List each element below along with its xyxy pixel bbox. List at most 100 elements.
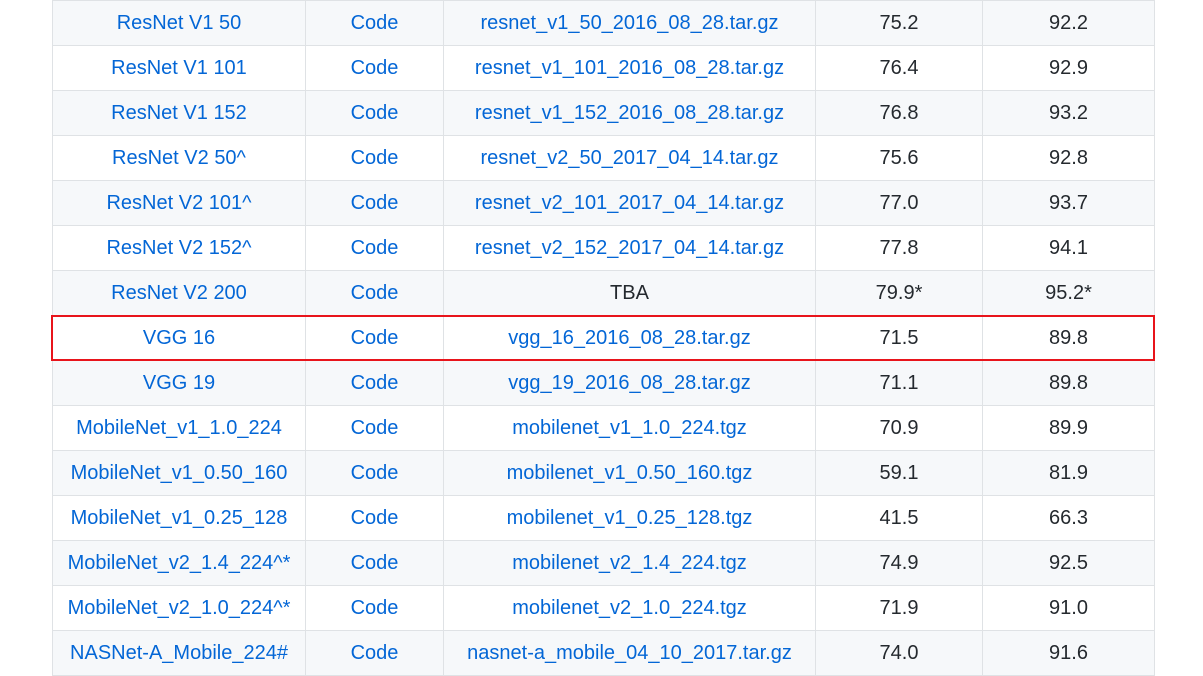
- model-cell: MobileNet_v1_0.50_160: [52, 450, 306, 496]
- checkpoint-link[interactable]: resnet_v1_101_2016_08_28.tar.gz: [475, 57, 784, 79]
- top1-accuracy-cell: 74.0: [815, 630, 983, 676]
- model-link[interactable]: ResNet V1 152: [111, 102, 247, 124]
- code-cell: Code: [305, 585, 444, 631]
- table-row: MobileNet_v1_0.25_128 Code mobilenet_v1_…: [52, 495, 1155, 541]
- checkpoint-link[interactable]: mobilenet_v1_1.0_224.tgz: [512, 417, 747, 439]
- checkpoint-link[interactable]: mobilenet_v2_1.0_224.tgz: [512, 597, 747, 619]
- code-link[interactable]: Code: [351, 192, 399, 214]
- model-link[interactable]: NASNet-A_Mobile_224#: [70, 642, 288, 664]
- top1-accuracy-cell: 75.6: [815, 135, 983, 181]
- checkpoint-link[interactable]: resnet_v1_50_2016_08_28.tar.gz: [480, 12, 778, 34]
- checkpoint-cell: resnet_v1_50_2016_08_28.tar.gz: [443, 0, 816, 46]
- code-link[interactable]: Code: [351, 552, 399, 574]
- checkpoint-link[interactable]: mobilenet_v2_1.4_224.tgz: [512, 552, 747, 574]
- checkpoint-link[interactable]: vgg_19_2016_08_28.tar.gz: [508, 372, 750, 394]
- top5-accuracy-cell: 92.5: [982, 540, 1155, 586]
- top1-accuracy-cell: 77.0: [815, 180, 983, 226]
- code-cell: Code: [305, 180, 444, 226]
- model-cell: ResNet V1 152: [52, 90, 306, 136]
- top1-accuracy-cell: 71.1: [815, 360, 983, 406]
- model-link[interactable]: VGG 16: [143, 327, 215, 349]
- top1-accuracy-cell: 74.9: [815, 540, 983, 586]
- top1-accuracy-cell: 70.9: [815, 405, 983, 451]
- top5-accuracy-cell: 91.0: [982, 585, 1155, 631]
- model-link[interactable]: ResNet V2 200: [111, 282, 247, 304]
- checkpoint-link[interactable]: resnet_v1_152_2016_08_28.tar.gz: [475, 102, 784, 124]
- code-cell: Code: [305, 135, 444, 181]
- checkpoint-link[interactable]: resnet_v2_101_2017_04_14.tar.gz: [475, 192, 784, 214]
- code-link[interactable]: Code: [351, 507, 399, 529]
- top5-accuracy-cell: 92.9: [982, 45, 1155, 91]
- code-cell: Code: [305, 405, 444, 451]
- code-link[interactable]: Code: [351, 642, 399, 664]
- code-cell: Code: [305, 450, 444, 496]
- code-link[interactable]: Code: [351, 237, 399, 259]
- code-link[interactable]: Code: [351, 462, 399, 484]
- model-link[interactable]: MobileNet_v2_1.4_224^*: [68, 552, 291, 574]
- code-cell: Code: [305, 360, 444, 406]
- top1-accuracy-cell: 41.5: [815, 495, 983, 541]
- model-cell: ResNet V2 152^: [52, 225, 306, 271]
- model-link[interactable]: ResNet V2 50^: [112, 147, 246, 169]
- top1-accuracy-cell: 59.1: [815, 450, 983, 496]
- table-row: ResNet V2 200 Code TBA 79.9* 95.2*: [52, 270, 1155, 316]
- checkpoint-link[interactable]: vgg_16_2016_08_28.tar.gz: [508, 327, 750, 349]
- table-row: MobileNet_v1_0.50_160 Code mobilenet_v1_…: [52, 450, 1155, 496]
- table-row: ResNet V2 101^ Code resnet_v2_101_2017_0…: [52, 180, 1155, 226]
- model-link[interactable]: VGG 19: [143, 372, 215, 394]
- top1-accuracy-cell: 75.2: [815, 0, 983, 46]
- code-link[interactable]: Code: [351, 57, 399, 79]
- table-row-highlighted: VGG 16 Code vgg_16_2016_08_28.tar.gz 71.…: [52, 315, 1155, 361]
- model-cell: MobileNet_v1_0.25_128: [52, 495, 306, 541]
- table-row: ResNet V2 152^ Code resnet_v2_152_2017_0…: [52, 225, 1155, 271]
- checkpoint-cell: resnet_v1_152_2016_08_28.tar.gz: [443, 90, 816, 136]
- model-cell: MobileNet_v1_1.0_224: [52, 405, 306, 451]
- model-link[interactable]: MobileNet_v2_1.0_224^*: [68, 597, 291, 619]
- model-link[interactable]: MobileNet_v1_0.50_160: [71, 462, 288, 484]
- code-cell: Code: [305, 90, 444, 136]
- checkpoint-link[interactable]: resnet_v2_152_2017_04_14.tar.gz: [475, 237, 784, 259]
- table-row: MobileNet_v1_1.0_224 Code mobilenet_v1_1…: [52, 405, 1155, 451]
- model-link[interactable]: ResNet V2 101^: [106, 192, 251, 214]
- table-row: ResNet V1 101 Code resnet_v1_101_2016_08…: [52, 45, 1155, 91]
- model-link[interactable]: ResNet V1 50: [117, 12, 242, 34]
- code-cell: Code: [305, 0, 444, 46]
- model-cell: ResNet V2 101^: [52, 180, 306, 226]
- checkpoint-cell: resnet_v2_152_2017_04_14.tar.gz: [443, 225, 816, 271]
- code-cell: Code: [305, 315, 444, 361]
- top5-accuracy-cell: 89.9: [982, 405, 1155, 451]
- code-link[interactable]: Code: [351, 372, 399, 394]
- code-link[interactable]: Code: [351, 282, 399, 304]
- checkpoint-link[interactable]: mobilenet_v1_0.25_128.tgz: [507, 507, 753, 529]
- top5-accuracy-cell: 89.8: [982, 315, 1155, 361]
- checkpoint-cell: TBA: [443, 270, 816, 316]
- code-link[interactable]: Code: [351, 147, 399, 169]
- code-link[interactable]: Code: [351, 12, 399, 34]
- model-link[interactable]: MobileNet_v1_1.0_224: [76, 417, 282, 439]
- table-row: VGG 19 Code vgg_19_2016_08_28.tar.gz 71.…: [52, 360, 1155, 406]
- models-table-container: ResNet V1 50 Code resnet_v1_50_2016_08_2…: [52, 0, 1155, 676]
- code-cell: Code: [305, 630, 444, 676]
- checkpoint-cell: mobilenet_v1_1.0_224.tgz: [443, 405, 816, 451]
- table-body: ResNet V1 50 Code resnet_v1_50_2016_08_2…: [52, 0, 1155, 676]
- top5-accuracy-cell: 66.3: [982, 495, 1155, 541]
- model-cell: ResNet V1 101: [52, 45, 306, 91]
- code-link[interactable]: Code: [351, 597, 399, 619]
- top1-accuracy-cell: 77.8: [815, 225, 983, 271]
- model-link[interactable]: ResNet V1 101: [111, 57, 247, 79]
- checkpoint-link[interactable]: mobilenet_v1_0.50_160.tgz: [507, 462, 753, 484]
- code-link[interactable]: Code: [351, 102, 399, 124]
- code-link[interactable]: Code: [351, 327, 399, 349]
- checkpoint-link[interactable]: nasnet-a_mobile_04_10_2017.tar.gz: [467, 642, 792, 664]
- model-link[interactable]: MobileNet_v1_0.25_128: [71, 507, 288, 529]
- model-link[interactable]: ResNet V2 152^: [106, 237, 251, 259]
- checkpoint-cell: vgg_16_2016_08_28.tar.gz: [443, 315, 816, 361]
- code-link[interactable]: Code: [351, 417, 399, 439]
- checkpoint-link[interactable]: resnet_v2_50_2017_04_14.tar.gz: [480, 147, 778, 169]
- top5-accuracy-cell: 91.6: [982, 630, 1155, 676]
- top1-accuracy-cell: 71.9: [815, 585, 983, 631]
- checkpoint-text: TBA: [610, 281, 649, 304]
- checkpoint-cell: resnet_v2_101_2017_04_14.tar.gz: [443, 180, 816, 226]
- top5-accuracy-cell: 93.7: [982, 180, 1155, 226]
- top1-accuracy-cell: 79.9*: [815, 270, 983, 316]
